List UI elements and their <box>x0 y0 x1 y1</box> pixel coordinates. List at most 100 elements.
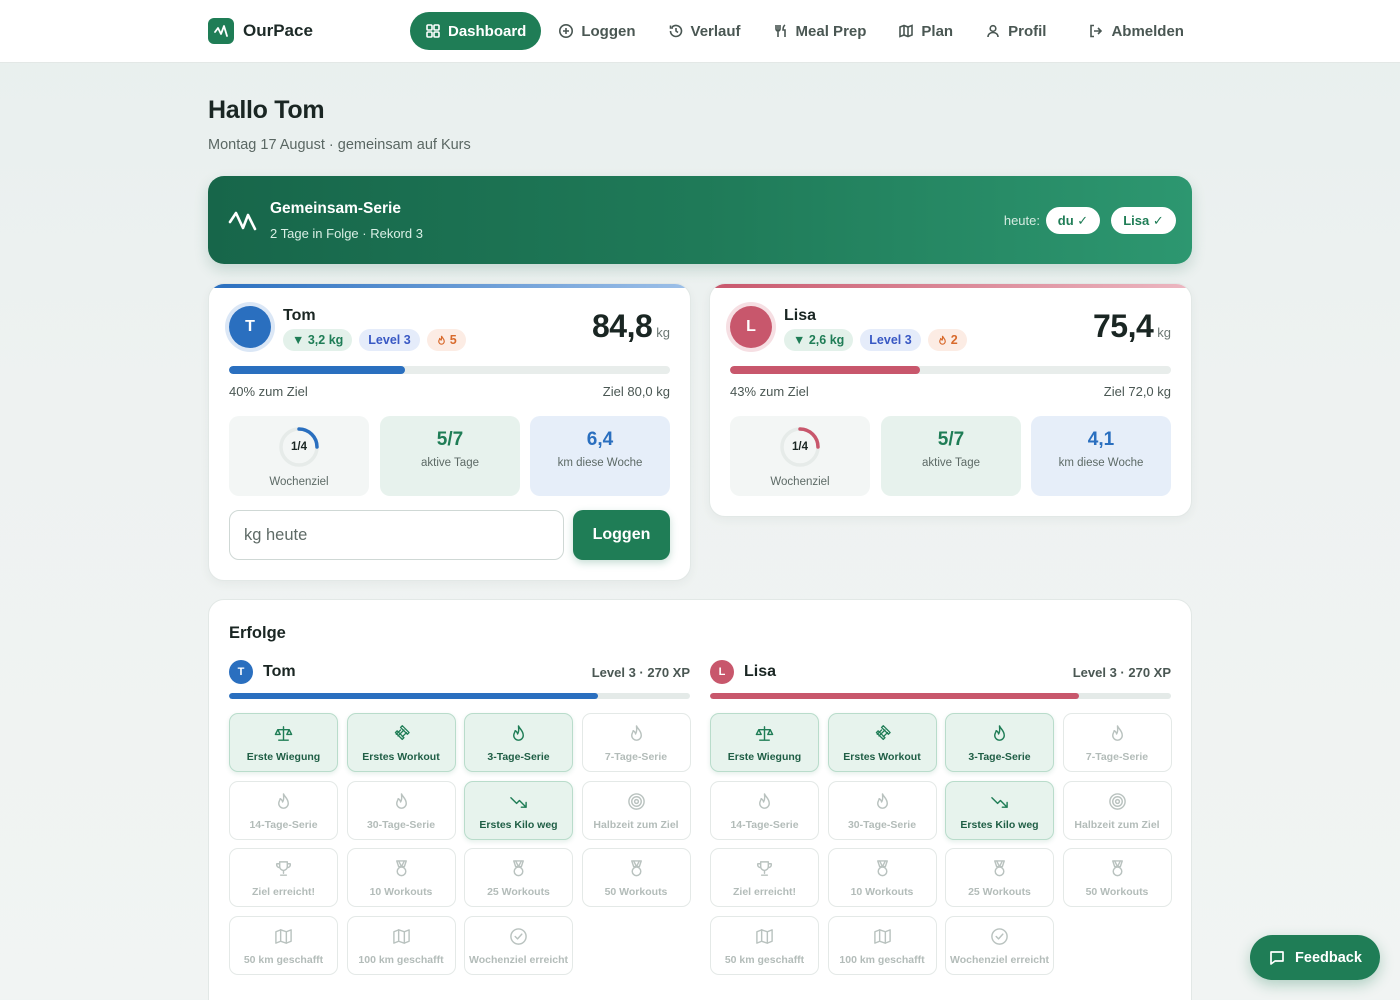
achievement-tile[interactable]: Erste Wiegung <box>710 713 819 772</box>
nav-loggen[interactable]: Loggen <box>543 12 650 50</box>
trophy-icon <box>757 861 772 876</box>
achievement-label: Erste Wiegung <box>246 751 321 763</box>
xp-fill <box>229 693 598 699</box>
flame-icon <box>994 725 1005 741</box>
achievement-tile[interactable]: Wochenziel erreicht <box>464 915 573 975</box>
week-goal-value: 1/4 <box>291 441 307 453</box>
flame-icon <box>876 792 888 809</box>
achievement-label: Erstes Kilo weg <box>960 818 1039 831</box>
scale-icon <box>274 726 293 741</box>
feedback-button[interactable]: Feedback <box>1250 935 1380 980</box>
nav-plan[interactable]: Plan <box>883 12 968 50</box>
achievement-label: Erstes Workout <box>843 751 921 763</box>
trend-down-icon <box>991 796 1008 808</box>
check-circle-icon <box>991 927 1008 945</box>
medal-icon <box>395 860 407 877</box>
goal-progress-bar <box>730 366 1171 374</box>
history-icon <box>669 24 682 38</box>
achievement-tile[interactable]: Erstes Workout <box>346 713 456 772</box>
achievement-tile[interactable]: 14-Tage-Serie <box>229 780 338 840</box>
achievement-tile[interactable]: Erste Wiegung <box>229 713 338 772</box>
achievement-label: 50 Workouts <box>604 886 668 898</box>
grid-icon <box>426 24 440 38</box>
achievement-tile[interactable]: Halbzeit zum Ziel <box>1062 780 1172 840</box>
xp-bar <box>710 693 1171 699</box>
achievement-tile[interactable]: 100 km geschafft <box>346 915 456 975</box>
achievement-tile[interactable]: 10 Workouts <box>827 848 937 907</box>
dumbbell-icon <box>875 725 891 741</box>
achievement-label: 100 km geschafft <box>839 953 925 966</box>
streak-count: 5 <box>449 333 457 347</box>
nav-verlauf[interactable]: Verlauf <box>653 12 756 50</box>
nav-profil[interactable]: Profil <box>970 12 1061 50</box>
achievement-tile[interactable]: 14-Tage-Serie <box>710 780 819 840</box>
map-icon <box>873 928 891 944</box>
plus-circle-icon <box>559 24 574 38</box>
mini-avatar: L <box>710 660 734 684</box>
nav-meal-prep[interactable]: Meal Prep <box>758 12 882 50</box>
achievement-tile[interactable]: 7-Tage-Serie <box>1062 713 1172 772</box>
brand[interactable]: OurPace <box>208 18 313 44</box>
week-goal-label: Wochenziel <box>269 476 329 488</box>
km-value: 6,4 <box>586 429 614 450</box>
player-header: L Lisa Level 3 · 270 XP <box>710 660 1171 686</box>
person-name: Lisa <box>784 307 817 324</box>
achievement-tile[interactable]: 7-Tage-Serie <box>581 713 691 772</box>
achievement-tile[interactable]: 30-Tage-Serie <box>827 780 937 840</box>
nav-label: Dashboard <box>448 22 527 40</box>
achievement-tile[interactable]: 100 km geschafft <box>827 915 937 975</box>
achievement-label: Erste Wiegung <box>727 751 802 763</box>
fork-knife-icon <box>774 24 786 37</box>
log-button[interactable]: Loggen <box>573 510 670 560</box>
achievement-tile[interactable]: Erstes Workout <box>827 713 937 772</box>
achievement-tile[interactable]: 25 Workouts <box>945 848 1054 907</box>
goal-progress-bar <box>229 366 670 374</box>
achievement-tile[interactable]: Halbzeit zum Ziel <box>581 780 691 840</box>
achievement-tile[interactable]: 50 km geschafft <box>229 915 338 975</box>
nav-label: Plan <box>921 22 954 40</box>
player-header: T Tom Level 3 · 270 XP <box>229 660 690 686</box>
nav-label: Loggen <box>581 22 636 40</box>
achievement-tile[interactable]: 10 Workouts <box>346 848 456 907</box>
achievement-tile[interactable]: 3-Tage-Serie <box>464 713 573 772</box>
achievement-tile[interactable]: 30-Tage-Serie <box>346 780 456 840</box>
progress-label: 40% zum Ziel <box>229 384 308 399</box>
flame-icon <box>278 792 289 809</box>
page-subtitle: Montag 17 August · gemeinsam auf Kurs <box>208 137 471 153</box>
map-icon <box>756 928 773 944</box>
today-pill-you: du ✓ <box>1046 207 1100 234</box>
streak-today-label: heute: <box>1003 213 1040 228</box>
nav-label: Profil <box>1008 22 1047 40</box>
achievement-tile[interactable]: Ziel erreicht! <box>710 848 819 907</box>
week-goal-tile: 1/4 Wochenziel <box>229 416 369 496</box>
card-accent <box>710 284 1191 288</box>
current-weight: 75,4 kg <box>1093 308 1171 345</box>
nav-dashboard[interactable]: Dashboard <box>410 12 542 50</box>
achievement-tile[interactable]: 50 Workouts <box>1062 848 1172 907</box>
achievement-tile[interactable]: 50 km geschafft <box>710 915 819 975</box>
achievement-tile[interactable]: Ziel erreicht! <box>229 848 338 907</box>
achievement-tile[interactable]: Erstes Kilo weg <box>945 780 1054 840</box>
weight-input[interactable] <box>229 510 564 560</box>
current-weight: 84,8 kg <box>592 308 670 345</box>
achievements-column-lisa: L Lisa Level 3 · 270 XP Erste Wiegung Ers… <box>710 660 1172 975</box>
streak-badge: 2 <box>927 329 967 351</box>
achievement-tile[interactable]: Erstes Kilo weg <box>464 780 573 840</box>
player-name: Tom <box>263 663 296 680</box>
achievement-tile[interactable]: 25 Workouts <box>464 848 573 907</box>
achievement-tile[interactable]: Wochenziel erreicht <box>945 915 1054 975</box>
achievement-tile[interactable]: 50 Workouts <box>581 848 691 907</box>
progress-fill <box>229 366 406 374</box>
badges: ▼ 3,2 kg Level 3 5 <box>283 329 466 351</box>
weight-loss-badge: ▼ 3,2 kg <box>283 329 353 351</box>
flame-icon <box>759 792 770 809</box>
medal-icon <box>876 860 888 877</box>
progress-label: 43% zum Ziel <box>730 384 809 399</box>
km-label: km diese Woche <box>1058 457 1144 469</box>
trophy-icon <box>276 861 291 876</box>
achievement-tile[interactable]: 3-Tage-Serie <box>945 713 1054 772</box>
medal-icon <box>630 860 642 877</box>
mini-avatar: T <box>229 660 253 684</box>
nav-abmelden[interactable]: Abmelden <box>1073 12 1199 50</box>
achievement-label: Halbzeit zum Ziel <box>1074 818 1160 831</box>
